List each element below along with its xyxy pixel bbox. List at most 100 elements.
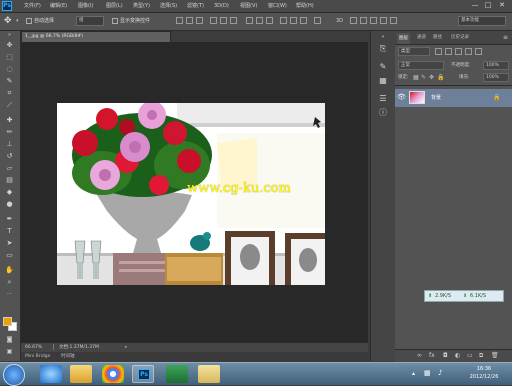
pen-tool-icon[interactable]: ✒ (4, 215, 15, 224)
zoom-level[interactable]: 66.67% (25, 343, 42, 352)
menu-image[interactable]: 图像(I) (78, 2, 93, 10)
image-canvas[interactable]: www.cg-ku.com (57, 103, 325, 285)
gradient-tool-icon[interactable]: ▤ (4, 176, 15, 185)
align-vcenter-icon[interactable] (186, 17, 193, 24)
edit-toolbar-icon[interactable]: ⋯ (4, 290, 15, 299)
excel-icon[interactable] (166, 365, 188, 383)
eyedropper-tool-icon[interactable]: ⟋ (4, 101, 15, 110)
brush-panel-icon[interactable]: ✎ (377, 61, 389, 72)
marquee-tool-icon[interactable]: ⬚ (4, 53, 15, 62)
minimize-button[interactable]: — (470, 1, 480, 10)
align-left-icon[interactable] (210, 17, 217, 24)
layer-mask-icon[interactable]: ◘ (443, 351, 448, 361)
3d-slide-icon[interactable] (380, 17, 387, 24)
tab-channels[interactable]: 通道 (417, 34, 426, 42)
align-hcenter-icon[interactable] (220, 17, 227, 24)
distribute-left-icon[interactable] (280, 17, 287, 24)
screen-mode-icon[interactable]: ▣ (4, 347, 15, 356)
new-layer-icon[interactable]: ⧉ (479, 351, 483, 361)
menu-file[interactable]: 文件(F) (24, 2, 41, 10)
adjustments-panel-icon[interactable]: ▦ (377, 75, 389, 86)
layer-name[interactable]: 背景 (431, 94, 441, 102)
menu-filter[interactable]: 滤镜(T) (187, 2, 204, 10)
align-right-icon[interactable] (230, 17, 237, 24)
align-bottom-icon[interactable] (196, 17, 203, 24)
eraser-tool-icon[interactable]: ▱ (4, 164, 15, 173)
hand-tool-icon[interactable]: ✋ (4, 266, 15, 275)
history-brush-tool-icon[interactable]: ↺ (4, 152, 15, 161)
distribute-bottom-icon[interactable] (266, 17, 273, 24)
close-button[interactable]: ✕ (497, 1, 507, 10)
lock-transparent-icon[interactable]: ▦ (413, 74, 419, 81)
crop-tool-icon[interactable]: ⌗ (4, 89, 15, 98)
menu-type[interactable]: 类型(Y) (133, 2, 150, 10)
photoshop-taskbar-button[interactable]: Ps (132, 365, 154, 383)
chrome-icon[interactable] (102, 365, 124, 383)
menu-help[interactable]: 帮助(H) (296, 2, 314, 10)
menu-view[interactable]: 视图(V) (240, 2, 257, 10)
rectangle-tool-icon[interactable]: ▭ (4, 251, 15, 260)
layer-kind-filter[interactable]: 类型 (398, 47, 430, 56)
tab-timeline[interactable]: 时间轴 (61, 352, 75, 361)
type-filter-icon[interactable] (455, 48, 462, 55)
properties-panel-icon[interactable]: ☰ (377, 93, 389, 104)
foreground-color-swatch[interactable] (3, 317, 12, 326)
smart-filter-icon[interactable] (475, 48, 482, 55)
fill-input[interactable]: 100% (483, 73, 509, 82)
layer-style-icon[interactable]: fx (429, 351, 435, 361)
move-tool-icon[interactable]: ✥ (4, 16, 12, 26)
menu-select[interactable]: 选择(S) (160, 2, 177, 10)
3d-pan-icon[interactable] (370, 17, 377, 24)
lock-all-icon[interactable]: 🔒 (437, 74, 444, 81)
brush-tool-icon[interactable]: ✏ (4, 128, 15, 137)
tab-history[interactable]: 历史记录 (451, 34, 469, 42)
menu-window[interactable]: 窗口(W) (268, 2, 287, 10)
tray-arrow-icon[interactable]: ▴ (412, 370, 415, 377)
quick-mask-icon[interactable]: ◙ (4, 335, 15, 344)
trash-icon[interactable]: 🗑 (491, 351, 499, 361)
3d-roll-icon[interactable] (360, 17, 367, 24)
workspace-dropdown[interactable]: 基本功能 (458, 16, 506, 26)
eye-visibility-icon[interactable]: 👁 (397, 93, 406, 102)
notes-icon[interactable] (198, 365, 220, 383)
clone-stamp-tool-icon[interactable]: ⊥ (4, 140, 15, 149)
lock-position-icon[interactable]: ✥ (429, 74, 434, 81)
align-top-icon[interactable] (176, 17, 183, 24)
type-tool-icon[interactable]: T (4, 227, 15, 236)
opacity-input[interactable]: 100% (483, 61, 509, 70)
adjustment-layer-icon[interactable]: ◐ (455, 351, 460, 361)
auto-select-target-dropdown[interactable]: 组 (76, 16, 104, 26)
distribute-top-icon[interactable] (246, 17, 253, 24)
distribute-right-icon[interactable] (300, 17, 307, 24)
pixel-filter-icon[interactable] (435, 48, 442, 55)
3d-rotate-icon[interactable] (350, 17, 357, 24)
volume-icon[interactable]: ♪ (438, 369, 442, 377)
system-clock[interactable]: 16:36 2012/12/26 (460, 365, 508, 383)
menu-edit[interactable]: 编辑(E) (50, 2, 67, 10)
start-button-icon[interactable] (3, 364, 25, 386)
menu-layer[interactable]: 图层(L) (106, 2, 123, 10)
network-icon[interactable]: ▦ (424, 369, 431, 377)
menu-3d[interactable]: 3D(D) (214, 2, 229, 10)
shape-filter-icon[interactable] (465, 48, 472, 55)
link-layers-icon[interactable]: ∞ (417, 351, 422, 361)
distribute-hcenter-icon[interactable] (290, 17, 297, 24)
blend-mode-dropdown[interactable]: 正常 (398, 61, 444, 70)
info-panel-icon[interactable]: ⓘ (377, 107, 389, 118)
lasso-tool-icon[interactable]: ◌ (4, 65, 15, 74)
tab-layers[interactable]: 图层 (397, 33, 410, 44)
distribute-vcenter-icon[interactable] (256, 17, 263, 24)
quick-select-tool-icon[interactable]: ✎ (4, 77, 15, 86)
tab-paths[interactable]: 路径 (433, 34, 442, 42)
chevron-down-icon[interactable]: ▾ (16, 18, 19, 24)
document-tab[interactable]: 1_.jpg @ 66.7% (RGB/8#) (21, 31, 171, 42)
layer-row-background[interactable]: 👁 背景 🔒 (395, 89, 512, 107)
auto-align-icon[interactable] (314, 17, 321, 24)
transform-controls-checkbox[interactable] (112, 18, 118, 24)
new-group-icon[interactable]: ▭ (467, 351, 473, 361)
dodge-tool-icon[interactable]: ● (4, 200, 15, 209)
tab-mini-bridge[interactable]: Mini Bridge (25, 352, 50, 361)
folder-explorer-icon[interactable] (70, 365, 92, 383)
maximize-button[interactable]: □ (483, 1, 493, 10)
path-selection-tool-icon[interactable]: ➤ (4, 239, 15, 248)
